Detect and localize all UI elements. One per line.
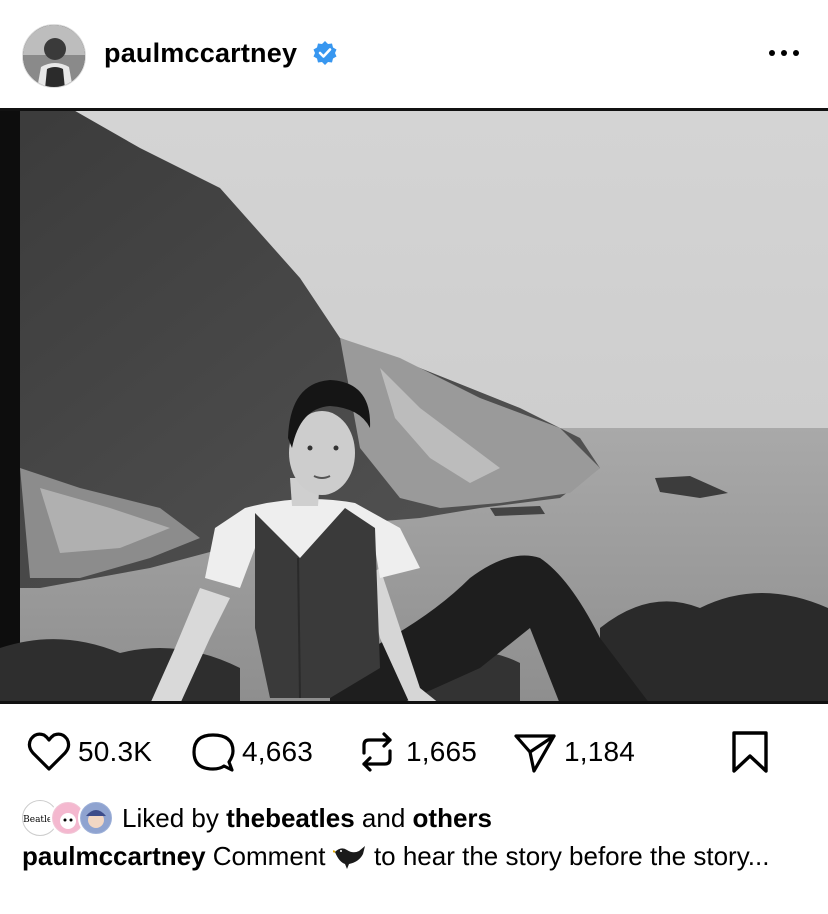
post-caption: paulmccartney Comment to hear the story …	[22, 840, 812, 873]
repost-action[interactable]: 1,665	[354, 728, 477, 776]
like-count[interactable]: 50.3K	[78, 736, 152, 768]
caption-text-before: Comment	[212, 841, 326, 871]
avatar-image	[23, 25, 85, 87]
caption-username[interactable]: paulmccartney	[22, 841, 206, 871]
liked-by-prefix: Liked by	[122, 802, 219, 833]
send-icon[interactable]	[512, 729, 558, 775]
share-count[interactable]: 1,184	[564, 736, 635, 768]
comment-action[interactable]: 4,663	[190, 728, 313, 776]
liked-by-row: Beatles Liked by thebeatles and others	[22, 798, 492, 838]
post-header: paulmccartney	[0, 0, 828, 108]
profile-avatar[interactable]	[22, 24, 86, 88]
liked-by-others[interactable]: others	[413, 803, 492, 833]
like-action[interactable]: 50.3K	[26, 728, 152, 776]
liked-by-text: Liked by thebeatles and others	[122, 803, 492, 834]
repost-count[interactable]: 1,665	[406, 736, 477, 768]
more-horizontal-icon[interactable]	[766, 38, 802, 68]
post-username[interactable]: paulmccartney	[104, 38, 297, 69]
post-photo[interactable]	[0, 108, 828, 704]
heart-icon[interactable]	[26, 729, 72, 775]
comment-icon[interactable]	[190, 729, 236, 775]
photo-image	[0, 108, 828, 704]
blackbird-emoji-icon	[332, 846, 365, 869]
share-action[interactable]: 1,184	[512, 728, 635, 776]
repost-icon[interactable]	[354, 729, 400, 775]
verified-badge-icon	[313, 41, 337, 65]
liked-by-and: and	[361, 802, 406, 833]
cartoon-avatar-icon	[81, 803, 111, 833]
liker-avatar[interactable]	[78, 800, 114, 836]
liked-by-user[interactable]: thebeatles	[226, 803, 355, 833]
comment-count[interactable]: 4,663	[242, 736, 313, 768]
bookmark-icon[interactable]	[728, 730, 772, 774]
caption-text-after: to hear the story before the story...	[373, 841, 770, 871]
post-actions: 50.3K 4,663 1,665 1,184	[0, 716, 828, 788]
